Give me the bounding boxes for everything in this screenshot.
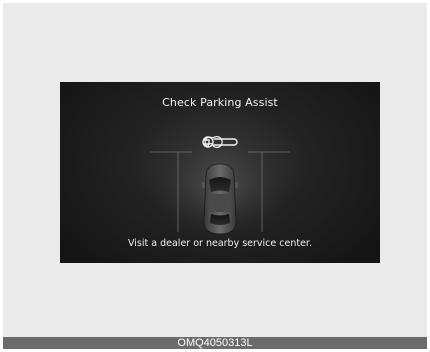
- figure-code: OMQ4050313L: [177, 337, 253, 349]
- warning-message: Visit a dealer or nearby service center.: [128, 238, 312, 249]
- figure-frame: Check Parking Assist Visit a dealer or n…: [3, 3, 427, 349]
- car-icon: [202, 163, 238, 235]
- figure-caption-bar: OMQ4050313L: [3, 337, 427, 349]
- warning-title: Check Parking Assist: [162, 96, 278, 109]
- cluster-display: Check Parking Assist Visit a dealer or n…: [60, 82, 380, 263]
- parking-assist-illustration: [150, 132, 290, 242]
